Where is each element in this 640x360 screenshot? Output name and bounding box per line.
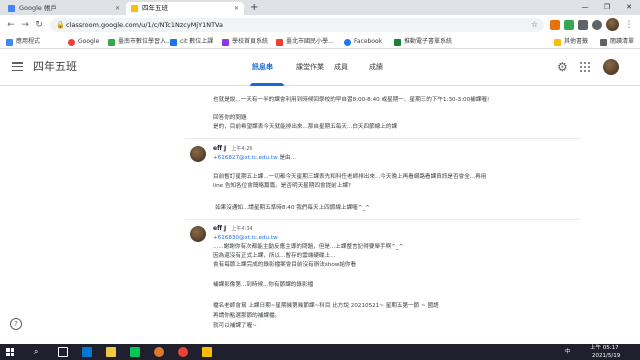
tab-stream[interactable]: 訊息串	[252, 61, 273, 73]
tab-title: 四年五班	[142, 4, 168, 12]
site-icon	[170, 39, 177, 46]
comment-text: 就可以補課了喔~	[213, 323, 257, 329]
clock-time[interactable]: 上午 05:17	[590, 344, 619, 352]
comment-author: eff J 上午4:34	[213, 225, 253, 232]
comment-text: 會有每節上課完成的錄影檔案會目前沒有辦法show給你看	[213, 262, 357, 268]
comment-text: 目前暫訂星期五上課...一切都今天星期三課表先和科任老師排出來...今天晚上再看…	[213, 174, 487, 180]
hamburger-menu-icon[interactable]	[12, 62, 23, 72]
mention-link[interactable]: +616827@st.tc.edu.tw	[213, 155, 278, 161]
puzzle-icon[interactable]	[592, 20, 602, 30]
comment-text: line 告知各位會簡略篇篇。是否明天星期四會提前上課?	[213, 183, 351, 189]
tab-title: Google 帳戶	[19, 4, 57, 12]
reading-list-icon	[600, 39, 607, 46]
close-tab-icon[interactable]: ✕	[234, 2, 239, 15]
more-menu-icon[interactable]: ⋮	[622, 18, 636, 32]
tab-classroom[interactable]: 四年五班 ✕	[126, 2, 244, 15]
file-explorer-icon[interactable]	[106, 347, 116, 357]
input-language[interactable]: 中	[565, 348, 571, 356]
bookmark-school[interactable]: 學校首頁系統	[222, 36, 268, 48]
screen: Google 帳戶 ✕ 四年五班 ✕ + — ❐ ✕ ← → ↻ 🔒 class…	[0, 0, 640, 360]
apps-grid-icon	[6, 39, 13, 46]
comment-text: 也就是說...一天有一半的課會利用到時候回學校的早自習8:00-8:40 或星期…	[213, 97, 490, 103]
apps-grid-icon[interactable]	[580, 62, 590, 72]
extension-icon[interactable]	[564, 20, 574, 30]
url-text: classroom.google.com/u/1/c/NTc1NzcyMjY1N…	[66, 21, 223, 29]
bookmark-apps[interactable]: 應用程式	[6, 36, 40, 48]
chrome-icon[interactable]	[178, 347, 188, 357]
gear-icon[interactable]: ⚙	[557, 60, 568, 74]
user-avatar[interactable]	[603, 59, 619, 75]
search-icon[interactable]: ⌕	[34, 348, 38, 356]
bookmark-other[interactable]: 其他書籤	[554, 36, 588, 48]
comment-text: 補課影像第...到時候...你有節課的錄影檔	[213, 282, 314, 288]
classroom-favicon-icon	[131, 5, 138, 12]
facebook-icon	[344, 39, 351, 46]
class-title: 四年五班	[33, 60, 77, 73]
comment-text: 檔名老師會寫 上課日期~星期幾第幾節課~科目 比方說 20210521~ 星期五…	[213, 303, 439, 309]
comment-time: 上午4:26	[231, 146, 253, 152]
clock-date[interactable]: 2021/5/19	[592, 352, 620, 360]
comment-text: ......謝謝你有次都能主動反應主導的問題，但是...上課整言記得要舉手啊^_…	[213, 244, 404, 250]
bookmark-taipei[interactable]: 臺北市國民小學...	[276, 36, 334, 48]
comment-time: 上午4:34	[231, 226, 253, 232]
maximize-icon[interactable]: ❐	[596, 0, 618, 15]
site-icon	[394, 39, 401, 46]
minimize-icon[interactable]: —	[574, 0, 596, 15]
comment-text: 再請你點選那節的補課檔。	[213, 313, 281, 319]
comment-text: 如果沒通知...請星期五準時8:40 我們每天上四節線上課喔^_^	[215, 205, 370, 211]
help-icon[interactable]: ?	[10, 318, 22, 330]
task-view-icon[interactable]	[58, 347, 68, 357]
close-window-icon[interactable]: ✕	[618, 0, 640, 15]
comment-avatar	[190, 146, 206, 162]
profile-avatar[interactable]	[606, 18, 619, 31]
bookmark-tainan[interactable]: 臺南市數位學習入...	[108, 36, 172, 48]
comment-avatar	[190, 226, 206, 242]
classroom-header: 四年五班 訊息串 課堂作業 成員 成績 ⚙	[0, 49, 640, 86]
app-icon[interactable]	[154, 347, 164, 357]
site-icon	[276, 39, 283, 46]
reading-list[interactable]: 閱讀清單	[600, 36, 634, 48]
mention-link[interactable]: +616830@st.tc.edu.tw	[213, 235, 278, 241]
stream-content: 也就是說...一天有一半的課會利用到時候回學校的早自習8:00-8:40 或星期…	[0, 86, 640, 344]
comment-mention: +616827@st.tc.edu.tw 是由...	[213, 155, 296, 161]
divider	[185, 138, 580, 139]
browser-toolbar: ← → ↻ 🔒 classroom.google.com/u/1/c/NTc1N…	[0, 15, 640, 35]
browser-tab-strip: Google 帳戶 ✕ 四年五班 ✕ + — ❐ ✕	[0, 0, 640, 15]
line-app-icon[interactable]	[130, 347, 140, 357]
bookmark-cit[interactable]: cit 數位上課	[170, 36, 213, 48]
google-favicon-icon	[8, 5, 15, 12]
app-icon[interactable]	[202, 347, 212, 357]
site-icon	[222, 39, 229, 46]
new-tab-button[interactable]: +	[250, 1, 258, 14]
taskbar: ⌕ 中 上午 05:17 2021/5/19	[0, 344, 640, 360]
comment-text: 是的，目前希望課表今天就能排出來...那自星期五每天...白天四節線上的課	[213, 124, 398, 130]
edge-icon[interactable]	[82, 347, 92, 357]
comment-text: 因為還沒有正式上課，所以...暫存的雲端硬碟上...	[213, 253, 336, 259]
comment-mention: +616830@st.tc.edu.tw	[213, 234, 278, 243]
google-icon	[68, 39, 75, 46]
comment-text: 回答你的問題	[213, 115, 247, 121]
bookmarks-bar: 應用程式 Google 臺南市數位學習入... cit 數位上課 學校首頁系統 …	[0, 35, 640, 49]
folder-icon	[554, 39, 561, 46]
site-icon	[108, 39, 115, 46]
reload-icon[interactable]: ↻	[32, 18, 46, 32]
bookmark-google[interactable]: Google	[68, 36, 99, 48]
tab-people[interactable]: 成員	[334, 61, 348, 73]
lock-icon: 🔒	[56, 21, 65, 29]
tab-google-account[interactable]: Google 帳戶 ✕	[3, 2, 125, 15]
back-icon[interactable]: ←	[4, 18, 18, 32]
tab-grades[interactable]: 成績	[369, 61, 383, 73]
extension-icon[interactable]	[550, 20, 560, 30]
address-bar[interactable]: 🔒 classroom.google.com/u/1/c/NTc1NzcyMjY…	[50, 18, 544, 32]
extension-icon[interactable]	[578, 20, 588, 30]
close-tab-icon[interactable]: ✕	[115, 2, 120, 15]
bookmark-facebook[interactable]: Facebook	[344, 36, 382, 48]
bookmark-ebook[interactable]: 推動電子書單系統	[394, 36, 452, 48]
tab-classwork[interactable]: 課堂作業	[296, 61, 324, 73]
comment-author: eff J 上午4:26	[213, 145, 253, 152]
forward-icon[interactable]: →	[18, 18, 32, 32]
divider	[185, 219, 580, 220]
bookmark-star-icon[interactable]: ☆	[531, 18, 538, 32]
windows-start-icon[interactable]	[6, 348, 14, 356]
